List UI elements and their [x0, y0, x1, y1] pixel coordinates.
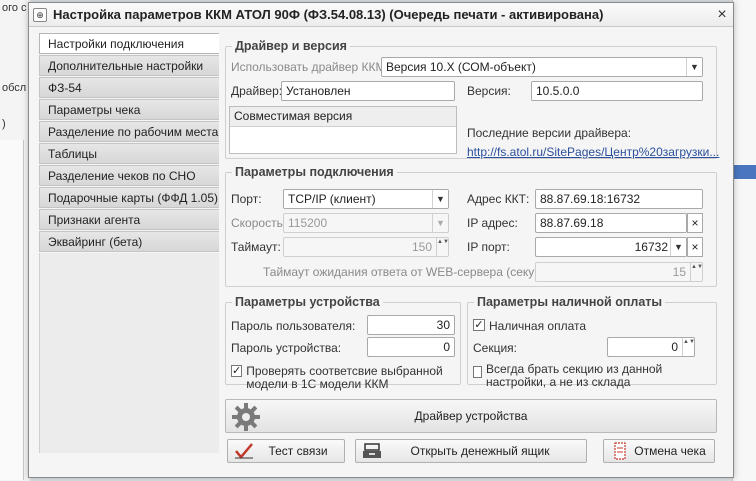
- chevron-down-icon: ▼: [432, 214, 448, 232]
- test-connection-label: Тест связи: [268, 444, 328, 458]
- driver-status-field: Установлен: [281, 81, 455, 101]
- cash-payment-checkbox[interactable]: ✓: [473, 319, 485, 331]
- web-timeout-label: Таймаут ожидания ответа от WEB-сервера (…: [263, 265, 556, 279]
- check-model-checkbox[interactable]: ✓: [231, 365, 243, 377]
- speed-label: Скорость:: [231, 216, 287, 230]
- device-group-title: Параметры устройства: [235, 295, 380, 309]
- section-value: 0: [671, 340, 678, 354]
- background-text-fragment: ого с: [2, 2, 27, 14]
- clear-port-icon[interactable]: ×: [687, 237, 703, 257]
- kkt-address-field[interactable]: 88.87.69.18:16732: [535, 189, 703, 209]
- timeout-input: 150 ▲▼: [283, 237, 449, 257]
- chevron-down-icon[interactable]: ▼: [670, 238, 686, 256]
- cash-group-title: Параметры наличной оплаты: [477, 295, 663, 309]
- ip-port-input[interactable]: 16732 ▼: [535, 237, 687, 257]
- device-password-input[interactable]: 0: [367, 337, 455, 357]
- cancel-receipt-label: Отмена чека: [634, 444, 706, 458]
- tab-list: Настройки подключения Дополнительные нас…: [39, 33, 219, 453]
- driver-version-select[interactable]: Версия 10.Х (СОМ-объект) ▼: [381, 57, 703, 77]
- tab-fz54[interactable]: ФЗ-54: [39, 77, 219, 98]
- tab-connection-settings[interactable]: Настройки подключения: [39, 33, 219, 54]
- always-section-row: Всегда брать секцию из данной настройки,…: [473, 363, 713, 389]
- version-field: 10.5.0.0: [531, 81, 703, 101]
- background-right-panel: [732, 0, 756, 481]
- speed-select: 115200 ▼: [283, 213, 449, 233]
- web-timeout-value: 15: [672, 265, 686, 279]
- background-text-fragment: ): [2, 118, 6, 130]
- title-bar: ⊕ Настройка параметров ККМ АТОЛ 90Ф (ФЗ.…: [29, 3, 733, 27]
- tab-agent-signs[interactable]: Признаки агента: [39, 209, 219, 230]
- spin-icon: ▲▼: [436, 238, 448, 256]
- use-driver-label: Использовать драйвер ККМ:: [231, 60, 389, 74]
- port-label: Порт:: [231, 192, 262, 206]
- always-section-label: Всегда брать секцию из данной настройки,…: [486, 362, 663, 389]
- background-selected-row: [733, 165, 756, 179]
- section-input[interactable]: 0 ▲▼: [607, 337, 695, 357]
- device-driver-label: Драйвер устройства: [414, 409, 528, 423]
- clear-ip-icon[interactable]: ×: [687, 213, 703, 233]
- web-timeout-input: 15 ▲▼: [535, 262, 703, 282]
- section-label: Секция:: [473, 341, 517, 355]
- ip-port-value: 16732: [634, 240, 668, 254]
- chevron-down-icon[interactable]: ▼: [686, 58, 702, 76]
- background-text-fragment: обсл: [2, 82, 27, 94]
- user-password-input[interactable]: 30: [367, 315, 455, 335]
- spin-icon[interactable]: ▲▼: [682, 338, 694, 356]
- ip-address-label: IP адрес:: [467, 216, 518, 230]
- open-drawer-label: Открыть денежный ящик: [410, 444, 550, 458]
- port-select[interactable]: TCP/IP (клиент) ▼: [283, 189, 449, 209]
- kkt-address-label: Адрес ККТ:: [467, 192, 530, 206]
- tab-sno-split[interactable]: Разделение чеков по СНО: [39, 165, 219, 186]
- device-driver-button[interactable]: Драйвер устройства: [225, 399, 717, 433]
- tab-acquiring[interactable]: Эквайринг (бета): [39, 231, 219, 252]
- tab-list-filler: [39, 253, 219, 453]
- check-model-row: ✓ Проверять соответсвие выбранной модели…: [231, 365, 457, 391]
- latest-versions-label: Последние версии драйвера:: [467, 126, 632, 140]
- gear-icon: [232, 403, 260, 431]
- open-drawer-button[interactable]: Открыть денежный ящик: [355, 439, 587, 463]
- driver-group-title: Драйвер и версия: [235, 39, 347, 53]
- cancel-receipt-button[interactable]: Отмена чека: [603, 439, 715, 463]
- tab-additional-settings[interactable]: Дополнительные настройки: [39, 55, 219, 76]
- port-value: TCP/IP (клиент): [288, 192, 376, 206]
- compatible-version-header: Совместимая версия: [230, 107, 456, 127]
- ip-port-label: IP порт:: [467, 240, 510, 254]
- tab-workplaces[interactable]: Разделение по рабочим местам: [39, 121, 219, 142]
- tab-gift-cards[interactable]: Подарочные карты (ФФД 1.05): [39, 187, 219, 208]
- compatible-version-table[interactable]: Совместимая версия: [229, 106, 457, 154]
- ip-address-input[interactable]: 88.87.69.18: [535, 213, 687, 233]
- tab-tables[interactable]: Таблицы: [39, 143, 219, 164]
- timeout-label: Таймаут:: [231, 240, 281, 254]
- user-password-label: Пароль пользователя:: [231, 319, 356, 333]
- test-connection-button[interactable]: Тест связи: [227, 439, 345, 463]
- app-icon: ⊕: [33, 7, 47, 22]
- tab-receipt-params[interactable]: Параметры чека: [39, 99, 219, 120]
- speed-value: 115200: [288, 216, 328, 230]
- spin-icon: ▲▼: [690, 263, 702, 281]
- cash-payment-row: ✓ Наличная оплата: [473, 319, 586, 333]
- latest-versions-link[interactable]: http://fs.atol.ru/SitePages/Центр%20загр…: [467, 145, 719, 159]
- driver-label: Драйвер:: [231, 84, 283, 98]
- check-model-label: Проверять соответсвие выбранной модели в…: [246, 364, 443, 391]
- dialog-title: Настройка параметров ККМ АТОЛ 90Ф (ФЗ.54…: [53, 7, 604, 22]
- always-section-checkbox[interactable]: [473, 366, 482, 378]
- background-panel: [0, 140, 24, 480]
- device-password-label: Пароль устройства:: [231, 341, 342, 355]
- cash-payment-label: Наличная оплата: [489, 319, 587, 333]
- version-label: Версия:: [467, 84, 511, 98]
- timeout-value: 150: [411, 240, 432, 254]
- chevron-down-icon[interactable]: ▼: [432, 190, 448, 208]
- driver-version-value: Версия 10.Х (СОМ-объект): [386, 60, 536, 74]
- settings-dialog: ⊕ Настройка параметров ККМ АТОЛ 90Ф (ФЗ.…: [28, 2, 734, 478]
- connection-group-title: Параметры подключения: [235, 165, 394, 179]
- close-icon[interactable]: ×: [711, 6, 733, 24]
